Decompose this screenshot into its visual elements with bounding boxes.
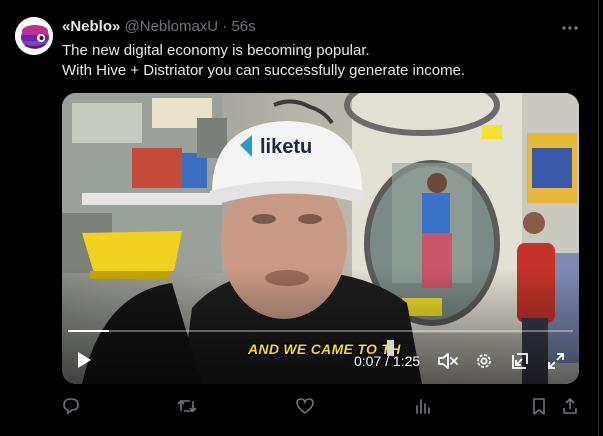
bookmark-button[interactable] [528,395,550,417]
author-handle[interactable]: @NeblomaxU [125,18,219,35]
tweet-time[interactable]: 56s [231,18,255,35]
fullscreen-icon [548,353,564,369]
retweet-button[interactable] [176,395,198,417]
share-icon [563,397,577,414]
views-bar-icon [416,399,430,414]
time-separator: / [381,353,393,369]
play-button[interactable] [72,349,96,371]
current-time: 0:07 [354,353,382,369]
author-name[interactable]: «Neblo» [62,18,120,35]
picture-in-picture-icon [512,353,528,369]
progress-bar[interactable] [68,330,573,332]
more-button[interactable] [558,19,582,37]
column-divider [598,0,599,436]
reply-button[interactable] [60,395,82,417]
settings-button[interactable] [472,350,496,372]
tweet-text: The new digital economy is becoming popu… [62,41,465,81]
duration: 1:25 [392,353,421,369]
video-player[interactable]: liketu AND WE CAME TO TH 0:07 / 1:25 [62,93,579,384]
bookmark-icon [533,398,545,415]
like-heart-icon [296,398,314,415]
retweet-icon [177,399,197,413]
progress-fill [68,330,110,332]
volume-muted-icon [438,353,458,369]
avatar[interactable] [15,17,53,55]
separator-dot: · [222,18,228,35]
like-button[interactable] [294,395,316,417]
pip-button[interactable] [508,350,532,372]
settings-gear-icon [477,354,491,368]
more-dots-icon [562,26,578,30]
avatar-icon [15,17,53,55]
tweet-text-line: The new digital economy is becoming popu… [62,42,370,59]
time-readout: 0:07 / 1:25 [354,353,420,369]
reply-icon [63,398,79,415]
play-icon [78,352,91,368]
mute-button[interactable] [436,350,460,372]
views-button[interactable] [412,395,434,417]
tweet-header: «Neblo» @NeblomaxU · 56s [62,18,256,36]
share-button[interactable] [559,395,581,417]
fullscreen-button[interactable] [544,350,568,372]
tweet-text-line: With Hive + Distriator you can successfu… [62,62,466,79]
